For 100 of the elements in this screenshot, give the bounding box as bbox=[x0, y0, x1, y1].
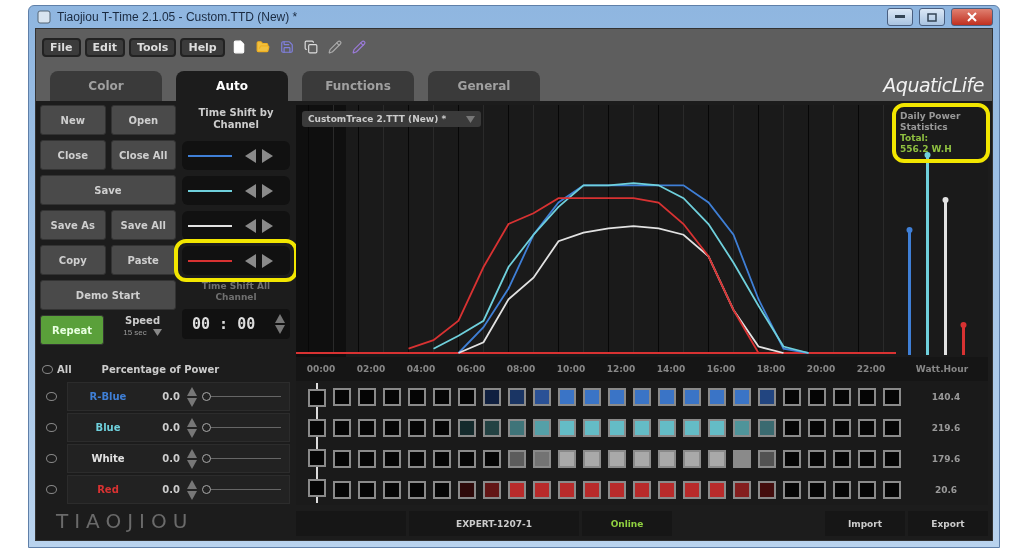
panel-button[interactable]: Open bbox=[110, 105, 176, 135]
hour-cell[interactable] bbox=[582, 387, 601, 406]
panel-button[interactable]: Save bbox=[40, 175, 176, 205]
hour-cell[interactable] bbox=[732, 449, 751, 468]
slider-thumb[interactable] bbox=[202, 423, 211, 432]
hour-cell[interactable] bbox=[657, 387, 676, 406]
hour-cell[interactable] bbox=[882, 449, 901, 468]
hour-cell[interactable] bbox=[832, 418, 851, 437]
hour-cell[interactable] bbox=[707, 480, 726, 499]
time-slider[interactable] bbox=[307, 381, 326, 505]
hour-cell[interactable] bbox=[607, 480, 626, 499]
hour-cell[interactable] bbox=[307, 389, 326, 407]
hour-cell[interactable] bbox=[357, 387, 376, 406]
panel-button[interactable]: Copy bbox=[40, 245, 106, 275]
hour-cell[interactable] bbox=[582, 480, 601, 499]
speed-dropdown[interactable]: 15 sec bbox=[123, 328, 162, 337]
hour-cell[interactable] bbox=[632, 449, 651, 468]
hour-cell[interactable] bbox=[507, 480, 526, 499]
hour-cell[interactable] bbox=[507, 449, 526, 468]
hour-cell[interactable] bbox=[682, 480, 701, 499]
hour-cell[interactable] bbox=[432, 480, 451, 499]
hour-cell[interactable] bbox=[357, 449, 376, 468]
menu-item[interactable]: File bbox=[42, 37, 81, 57]
hour-cell[interactable] bbox=[807, 449, 826, 468]
trace-dropdown[interactable]: CustomTrace 2.TTT (New) * bbox=[302, 111, 482, 127]
minimize-button[interactable] bbox=[887, 8, 913, 26]
hour-cell[interactable] bbox=[332, 418, 351, 437]
hour-cell[interactable] bbox=[532, 418, 551, 437]
hour-cell[interactable] bbox=[782, 387, 801, 406]
hour-cell[interactable] bbox=[657, 418, 676, 437]
hour-cell[interactable] bbox=[757, 418, 776, 437]
menu-item[interactable]: Help bbox=[180, 37, 225, 57]
hour-cell[interactable] bbox=[857, 387, 876, 406]
hour-cell[interactable] bbox=[407, 480, 426, 499]
hour-cell[interactable] bbox=[332, 449, 351, 468]
hour-cell[interactable] bbox=[482, 387, 501, 406]
hour-cell[interactable] bbox=[732, 387, 751, 406]
status-button[interactable]: Import bbox=[825, 511, 905, 536]
shift-left-button[interactable] bbox=[244, 182, 257, 199]
hour-cell[interactable] bbox=[557, 387, 576, 406]
panel-button[interactable]: Save As bbox=[40, 210, 106, 240]
hour-cell[interactable] bbox=[857, 449, 876, 468]
up-down-arrows-icon[interactable] bbox=[274, 313, 286, 335]
hour-cell[interactable] bbox=[682, 418, 701, 437]
hour-cell[interactable] bbox=[532, 387, 551, 406]
hour-cell[interactable] bbox=[307, 449, 326, 467]
panel-button[interactable]: New bbox=[40, 105, 106, 135]
hour-cell[interactable] bbox=[357, 480, 376, 499]
hour-cell[interactable] bbox=[807, 480, 826, 499]
hour-cell[interactable] bbox=[807, 387, 826, 406]
up-down-arrows-icon[interactable] bbox=[186, 447, 198, 470]
slider-thumb[interactable] bbox=[202, 485, 211, 494]
hour-cell[interactable] bbox=[882, 418, 901, 437]
hour-cell[interactable] bbox=[307, 419, 326, 437]
time-field[interactable]: 00 : 00 bbox=[182, 309, 290, 339]
slider-thumb[interactable] bbox=[202, 454, 211, 463]
panel-button[interactable]: Save All bbox=[110, 210, 176, 240]
hour-cell[interactable] bbox=[457, 387, 476, 406]
hour-cell[interactable] bbox=[607, 449, 626, 468]
hour-cell[interactable] bbox=[757, 387, 776, 406]
hour-cell[interactable] bbox=[582, 449, 601, 468]
panel-button[interactable]: Paste bbox=[110, 245, 176, 275]
hour-cell[interactable] bbox=[457, 449, 476, 468]
hour-cell[interactable] bbox=[407, 449, 426, 468]
hour-cell[interactable] bbox=[657, 480, 676, 499]
menu-item[interactable]: Edit bbox=[84, 37, 125, 57]
hour-cell[interactable] bbox=[757, 449, 776, 468]
status-button[interactable]: Export bbox=[908, 511, 988, 536]
hour-cell[interactable] bbox=[832, 387, 851, 406]
hour-cell[interactable] bbox=[707, 418, 726, 437]
hour-cell[interactable] bbox=[657, 449, 676, 468]
hour-cell[interactable] bbox=[432, 449, 451, 468]
hour-cell[interactable] bbox=[457, 480, 476, 499]
hour-cell[interactable] bbox=[632, 387, 651, 406]
hour-cell[interactable] bbox=[607, 418, 626, 437]
repeat-button[interactable]: Repeat bbox=[40, 315, 104, 345]
shift-right-button[interactable] bbox=[261, 147, 274, 164]
hour-cell[interactable] bbox=[807, 418, 826, 437]
hour-cell[interactable] bbox=[557, 480, 576, 499]
tab[interactable]: Auto bbox=[176, 71, 288, 101]
hour-cell[interactable] bbox=[432, 387, 451, 406]
hour-cell[interactable] bbox=[732, 418, 751, 437]
hour-cell[interactable] bbox=[782, 449, 801, 468]
hour-cell[interactable] bbox=[557, 418, 576, 437]
tab[interactable]: Color bbox=[50, 71, 162, 101]
shift-left-button[interactable] bbox=[244, 252, 257, 269]
hour-cell[interactable] bbox=[382, 418, 401, 437]
tab[interactable]: Functions bbox=[302, 71, 414, 101]
menu-item[interactable]: Tools bbox=[128, 37, 177, 57]
hour-cell[interactable] bbox=[832, 449, 851, 468]
hour-cell[interactable] bbox=[682, 387, 701, 406]
hour-cell[interactable] bbox=[482, 480, 501, 499]
hour-cell[interactable] bbox=[782, 418, 801, 437]
hour-cell[interactable] bbox=[382, 480, 401, 499]
hour-cell[interactable] bbox=[632, 480, 651, 499]
shift-right-button[interactable] bbox=[261, 182, 274, 199]
hour-cell[interactable] bbox=[707, 449, 726, 468]
up-down-arrows-icon[interactable] bbox=[186, 416, 198, 439]
hour-cell[interactable] bbox=[307, 479, 326, 497]
hour-cell[interactable] bbox=[632, 418, 651, 437]
